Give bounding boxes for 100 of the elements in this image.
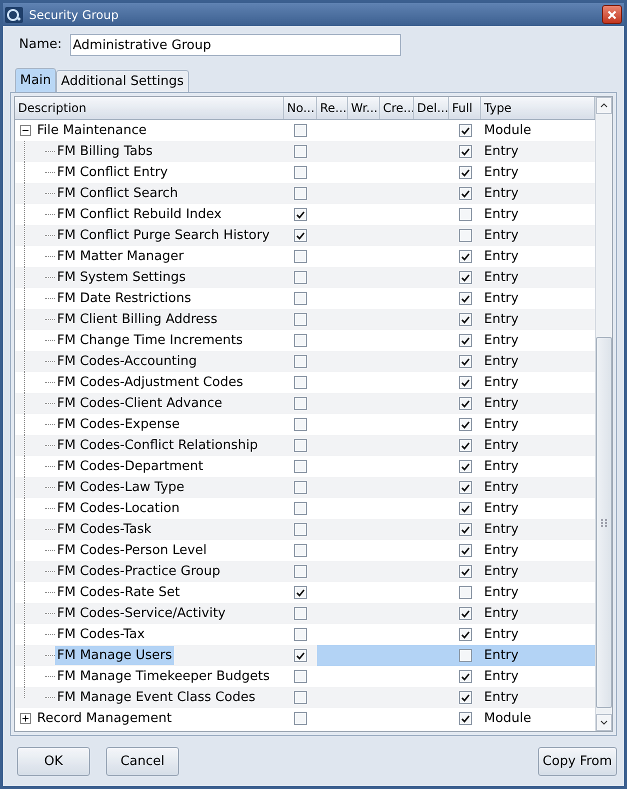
checkbox[interactable]	[294, 649, 307, 662]
tree-item[interactable]: FM Client Billing Address	[55, 310, 220, 330]
tree-item[interactable]: FM Codes-Adjustment Codes	[55, 372, 246, 392]
column-header[interactable]: Del...	[414, 97, 449, 119]
tree-item[interactable]: FM Change Time Increments	[55, 330, 245, 350]
checkbox[interactable]	[458, 628, 472, 641]
checkbox[interactable]	[294, 439, 307, 452]
tree-item[interactable]: File Maintenance	[35, 120, 149, 140]
checkbox[interactable]	[294, 628, 307, 641]
tree-item[interactable]: FM Codes-Rate Set	[55, 582, 182, 602]
checkbox[interactable]	[458, 712, 472, 725]
checkbox[interactable]	[458, 166, 472, 179]
checkbox[interactable]	[294, 691, 307, 704]
checkbox[interactable]	[458, 586, 472, 599]
dialog-button[interactable]: Copy From	[538, 747, 617, 776]
tree-item[interactable]: FM Manage Timekeeper Budgets	[55, 666, 272, 686]
checkbox[interactable]	[458, 292, 472, 305]
checkbox[interactable]	[294, 376, 307, 389]
checkbox[interactable]	[294, 670, 307, 683]
tree-item[interactable]: FM System Settings	[55, 268, 188, 288]
name-field[interactable]: Administrative Group	[70, 34, 401, 56]
checkbox[interactable]	[458, 376, 472, 389]
checkbox[interactable]	[458, 145, 472, 158]
checkbox[interactable]	[294, 229, 307, 242]
checkbox[interactable]	[294, 208, 307, 221]
checkbox[interactable]	[294, 166, 307, 179]
checkbox[interactable]	[294, 397, 307, 410]
tree-item[interactable]: FM Codes-Expense	[55, 414, 182, 434]
checkbox[interactable]	[294, 355, 307, 368]
checkbox[interactable]	[458, 565, 472, 578]
checkbox[interactable]	[294, 544, 307, 557]
tree-item[interactable]: FM Manage Event Class Codes	[55, 688, 258, 708]
close-button[interactable]	[602, 5, 622, 24]
checkbox[interactable]	[294, 460, 307, 473]
tree-item[interactable]: FM Date Restrictions	[55, 288, 194, 308]
column-header[interactable]: Wr...	[348, 97, 380, 119]
tab[interactable]: Additional Settings	[56, 70, 189, 92]
expand-icon[interactable]	[20, 713, 30, 724]
checkbox[interactable]	[294, 607, 307, 620]
tree-item[interactable]: Record Management	[35, 708, 174, 728]
checkbox[interactable]	[458, 418, 472, 431]
checkbox[interactable]	[294, 145, 307, 158]
tree-item[interactable]: FM Codes-Service/Activity	[55, 604, 228, 624]
checkbox[interactable]	[294, 523, 307, 536]
scroll-thumb[interactable]	[596, 337, 612, 708]
checkbox[interactable]	[458, 544, 472, 557]
checkbox[interactable]	[458, 607, 472, 620]
checkbox[interactable]	[294, 481, 307, 494]
checkbox[interactable]	[294, 586, 307, 599]
tree-item[interactable]: FM Manage Users	[55, 646, 174, 666]
checkbox[interactable]	[294, 712, 307, 725]
tree-item[interactable]: FM Codes-Accounting	[55, 352, 199, 372]
checkbox[interactable]	[294, 334, 307, 347]
checkbox[interactable]	[458, 313, 472, 326]
tree-item[interactable]: FM Billing Tabs	[55, 142, 155, 162]
checkbox[interactable]	[294, 187, 307, 200]
column-header[interactable]: Full	[449, 97, 481, 119]
column-header[interactable]: Re...	[317, 97, 348, 119]
checkbox[interactable]	[294, 418, 307, 431]
tree-item[interactable]: FM Codes-Tax	[55, 624, 147, 644]
checkbox[interactable]	[458, 670, 472, 683]
collapse-icon[interactable]	[20, 125, 30, 136]
tree-item[interactable]: FM Codes-Law Type	[55, 478, 186, 498]
checkbox[interactable]	[458, 649, 472, 662]
tree-item[interactable]: FM Conflict Search	[55, 184, 180, 204]
scroll-down-button[interactable]	[596, 714, 612, 731]
checkbox[interactable]	[458, 124, 472, 137]
column-header[interactable]: No...	[284, 97, 317, 119]
checkbox[interactable]	[294, 271, 307, 284]
tree-item[interactable]: FM Codes-Client Advance	[55, 394, 224, 414]
checkbox[interactable]	[458, 334, 472, 347]
checkbox[interactable]	[294, 502, 307, 515]
tree-item[interactable]: FM Codes-Department	[55, 456, 206, 476]
tree-item[interactable]: FM Codes-Conflict Relationship	[55, 436, 260, 456]
tab[interactable]: Main	[15, 68, 56, 92]
checkbox[interactable]	[294, 250, 307, 263]
column-header[interactable]: Description	[15, 97, 284, 119]
checkbox[interactable]	[294, 565, 307, 578]
tree-item[interactable]: FM Codes-Practice Group	[55, 562, 222, 582]
checkbox[interactable]	[294, 313, 307, 326]
tree-item[interactable]: FM Codes-Task	[55, 520, 154, 540]
tree-item[interactable]: FM Codes-Person Level	[55, 540, 209, 560]
tree-item[interactable]: FM Codes-Location	[55, 498, 182, 518]
tree-item[interactable]: FM Conflict Purge Search History	[55, 226, 272, 246]
checkbox[interactable]	[458, 187, 472, 200]
checkbox[interactable]	[458, 523, 472, 536]
checkbox[interactable]	[458, 397, 472, 410]
dialog-button[interactable]: Cancel	[106, 747, 179, 776]
checkbox[interactable]	[458, 691, 472, 704]
scrollbar[interactable]	[595, 97, 612, 731]
checkbox[interactable]	[458, 271, 472, 284]
checkbox[interactable]	[458, 229, 472, 242]
scroll-up-button[interactable]	[596, 97, 612, 114]
checkbox[interactable]	[458, 439, 472, 452]
checkbox[interactable]	[458, 502, 472, 515]
checkbox[interactable]	[458, 208, 472, 221]
checkbox[interactable]	[458, 460, 472, 473]
checkbox[interactable]	[294, 292, 307, 305]
tree-item[interactable]: FM Matter Manager	[55, 246, 186, 266]
tree-item[interactable]: FM Conflict Rebuild Index	[55, 204, 224, 224]
